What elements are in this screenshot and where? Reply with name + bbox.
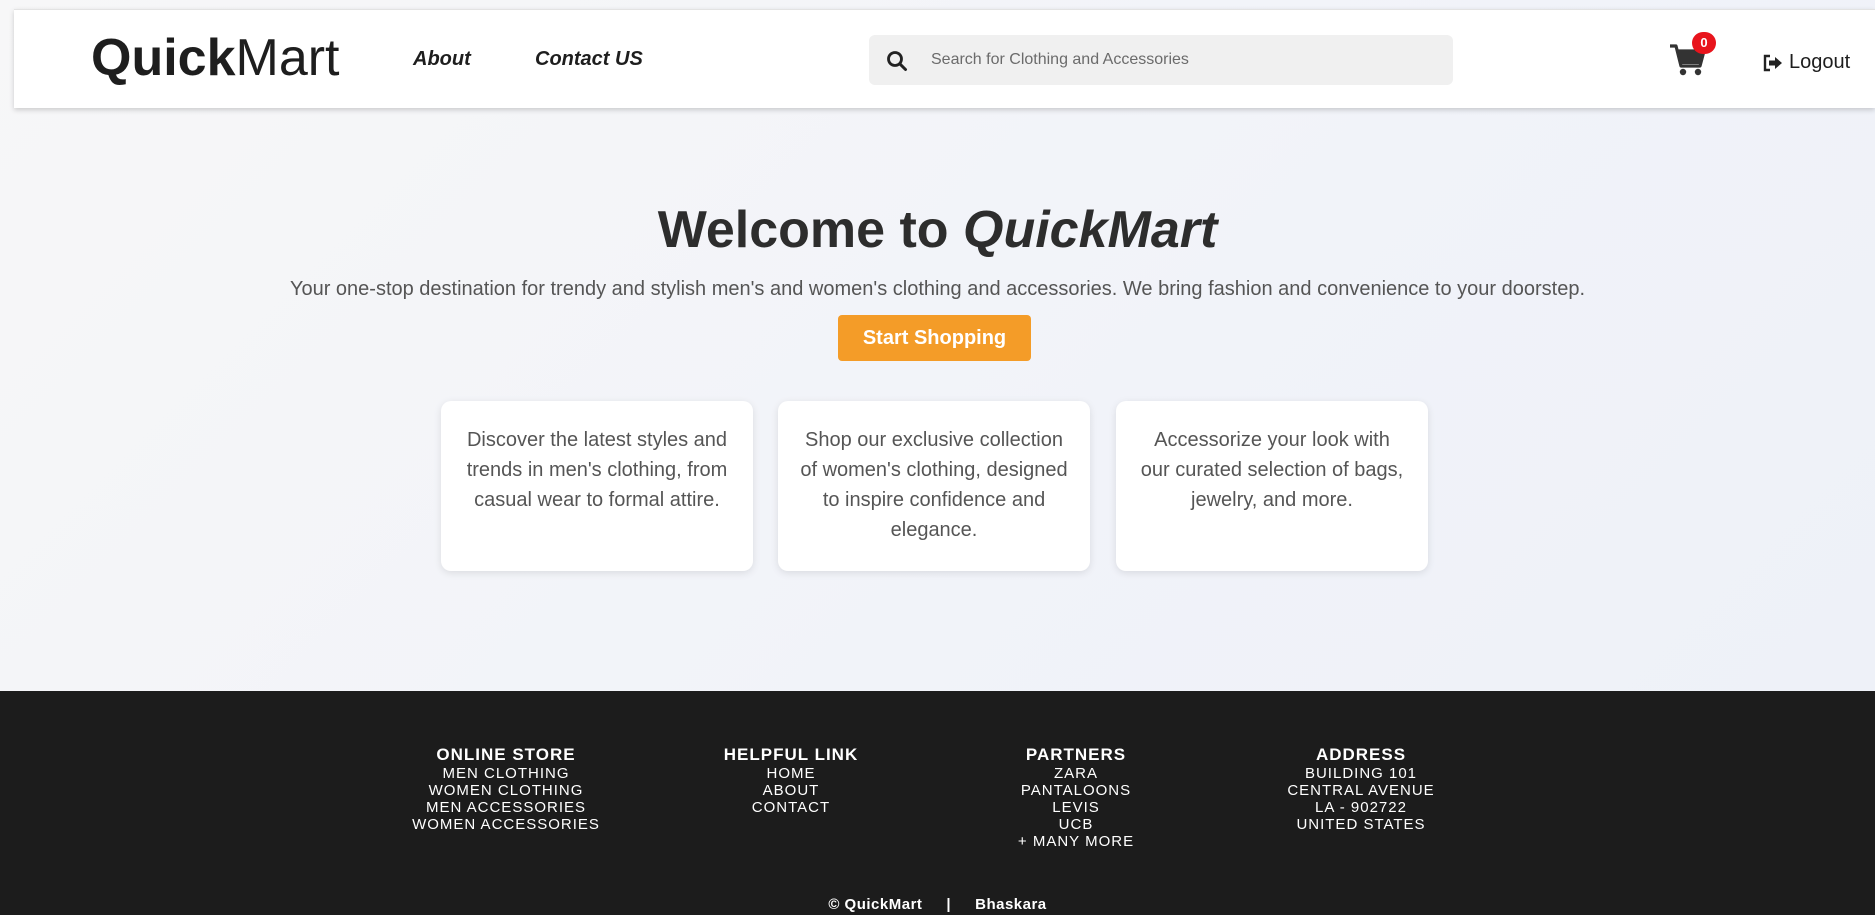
logo-bold-text: Quick [91, 29, 236, 87]
footer-link-home[interactable]: HOME [661, 765, 921, 782]
footer-partner-many-more[interactable]: + MANY MORE [946, 833, 1206, 850]
author-name: Bhaskara [975, 896, 1047, 913]
hero-title: Welcome to QuickMart [0, 200, 1875, 260]
brand-logo[interactable]: QuickMart [91, 32, 340, 84]
start-shopping-button[interactable]: Start Shopping [838, 315, 1031, 361]
feature-card-men-clothing: Discover the latest styles and trends in… [441, 401, 753, 571]
feature-card-text: Shop our exclusive collection of women's… [800, 429, 1068, 541]
footer-link-about[interactable]: ABOUT [661, 782, 921, 799]
footer-link-women-accessories[interactable]: WOMEN ACCESSORIES [376, 816, 636, 833]
copyright-text: © QuickMart [828, 896, 923, 913]
search-bar[interactable] [869, 35, 1453, 85]
hero-title-brand: QuickMart [963, 201, 1218, 259]
footer-column-title: ADDRESS [1315, 745, 1407, 764]
footer-column-title: PARTNERS [1025, 745, 1127, 764]
hero-title-prefix: Welcome to [657, 201, 964, 259]
footer-column-title: HELPFUL LINK [723, 745, 859, 764]
footer-column-helpful-link: HELPFUL LINK HOME ABOUT CONTACT [661, 745, 921, 816]
sign-out-icon [1763, 54, 1782, 71]
footer-link-contact[interactable]: CONTACT [661, 799, 921, 816]
nav-about-link[interactable]: About [413, 48, 471, 71]
address-line: BUILDING 101 [1304, 765, 1418, 782]
footer-column-title: ONLINE STORE [436, 745, 576, 764]
top-navbar: QuickMart About Contact US 0 Logout [14, 9, 1875, 108]
footer-column-online-store: ONLINE STORE MEN CLOTHING WOMEN CLOTHING… [376, 745, 636, 833]
logout-label: Logout [1789, 51, 1851, 73]
site-footer: ONLINE STORE MEN CLOTHING WOMEN CLOTHING… [0, 691, 1875, 915]
footer-partner-ucb[interactable]: UCB [946, 816, 1206, 833]
search-icon[interactable] [885, 49, 909, 73]
copyright-separator: | [946, 896, 952, 913]
logout-button[interactable]: Logout [1762, 51, 1850, 74]
feature-card-text: Discover the latest styles and trends in… [466, 429, 728, 511]
feature-card-women-clothing: Shop our exclusive collection of women's… [778, 401, 1090, 571]
footer-column-address: ADDRESS BUILDING 101 CENTRAL AVENUE LA -… [1231, 745, 1491, 833]
address-line: CENTRAL AVENUE [1287, 782, 1435, 799]
footer-column-partners: PARTNERS ZARA PANTALOONS LEVIS UCB + MAN… [946, 745, 1206, 850]
address-line: UNITED STATES [1296, 816, 1426, 833]
search-input[interactable] [931, 35, 1441, 85]
footer-partner-levis[interactable]: LEVIS [946, 799, 1206, 816]
cart-count-badge: 0 [1692, 32, 1716, 54]
logo-light-text: Mart [235, 29, 340, 87]
footer-partner-zara[interactable]: ZARA [946, 765, 1206, 782]
copyright-line: © QuickMart | Bhaskara [0, 896, 1875, 913]
footer-partner-pantaloons[interactable]: PANTALOONS [946, 782, 1206, 799]
address-line: LA - 902722 [1315, 799, 1407, 816]
feature-card-text: Accessorize your look with our curated s… [1140, 429, 1404, 511]
nav-contact-link[interactable]: Contact US [535, 48, 643, 71]
footer-link-men-accessories[interactable]: MEN ACCESSORIES [376, 799, 636, 816]
footer-link-women-clothing[interactable]: WOMEN CLOTHING [376, 782, 636, 799]
hero-subtitle: Your one-stop destination for trendy and… [289, 278, 1586, 300]
feature-card-accessories: Accessorize your look with our curated s… [1116, 401, 1428, 571]
footer-link-men-clothing[interactable]: MEN CLOTHING [376, 765, 636, 782]
